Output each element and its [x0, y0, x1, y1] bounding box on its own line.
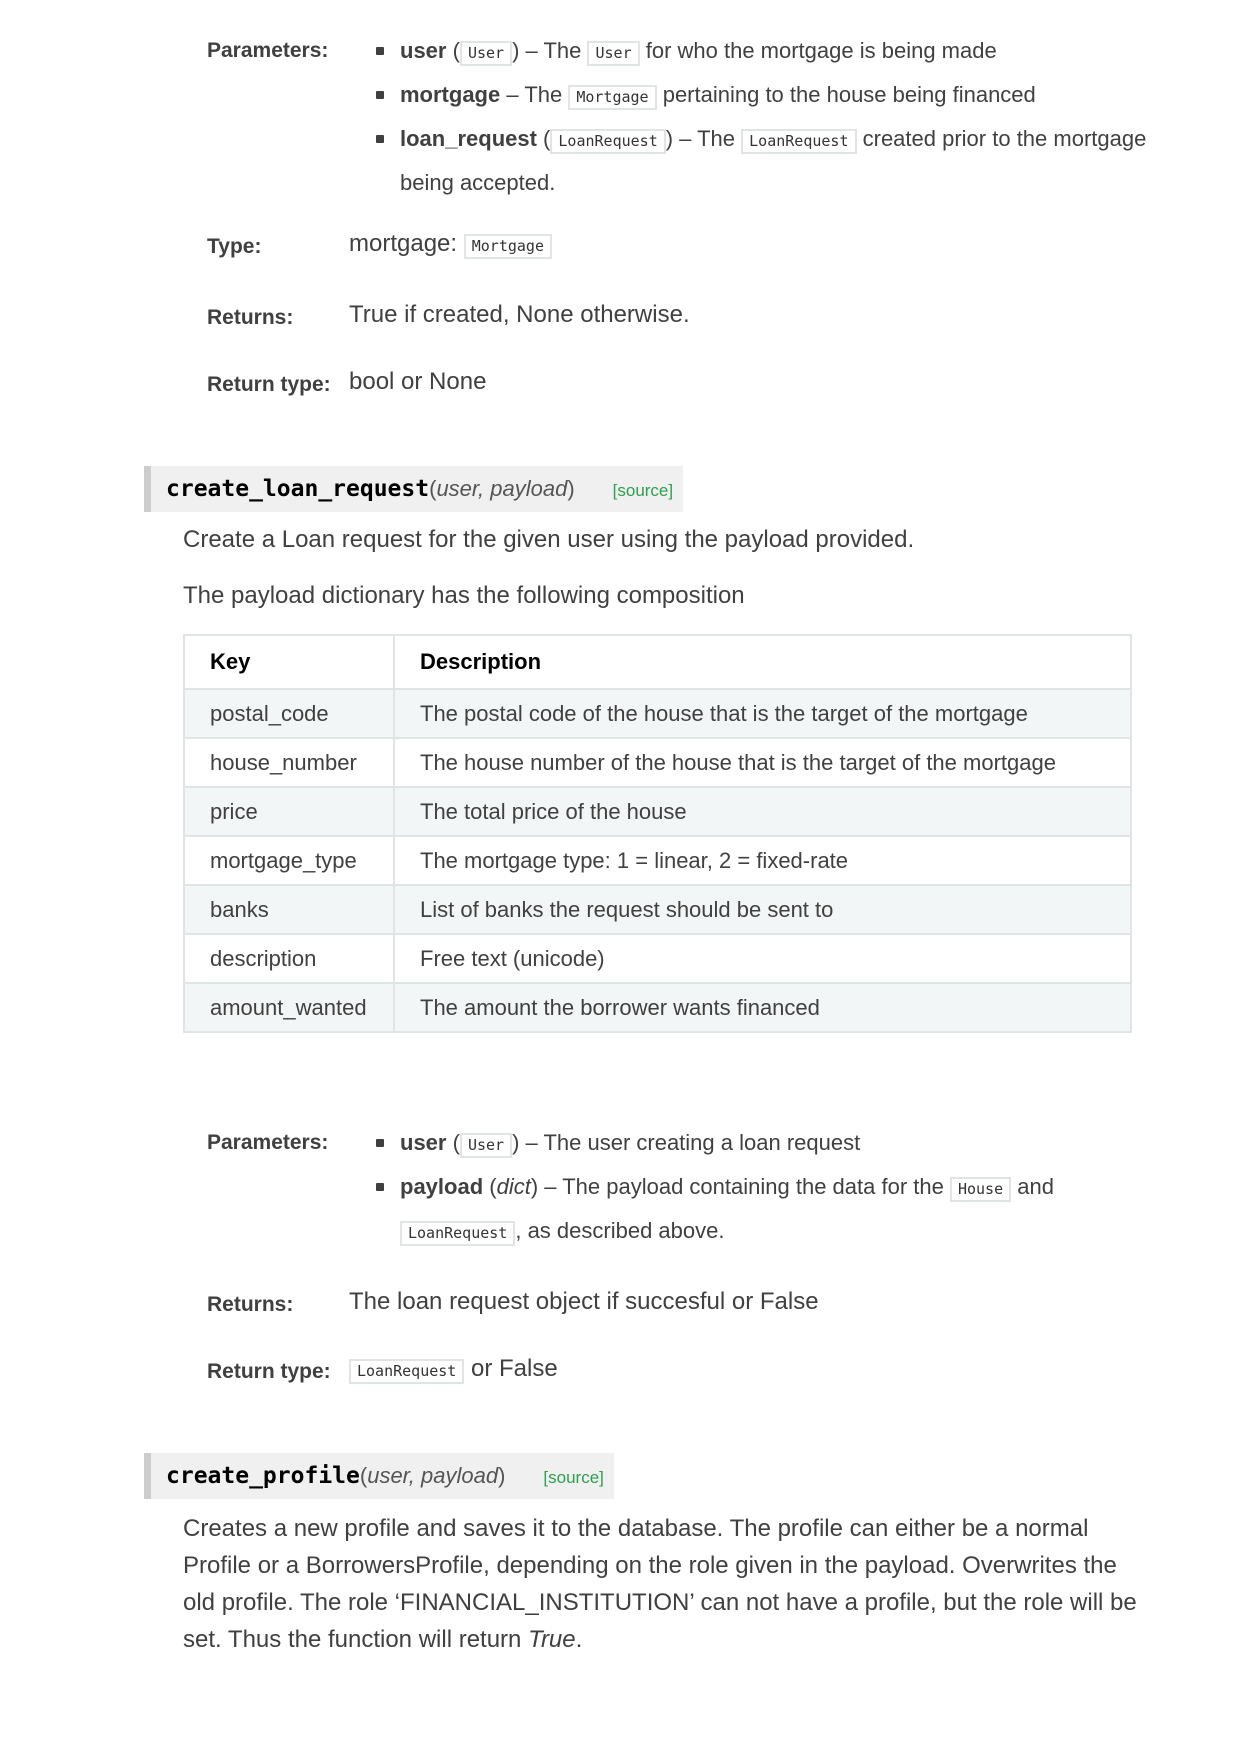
parameters-label: Parameters: — [207, 39, 329, 62]
table-row: mortgage_type The mortgage type: 1 = line… — [183, 835, 1132, 886]
type-value: mortgage: Mortgage — [349, 223, 1159, 267]
table-row: house_number The house number of the hous… — [183, 737, 1132, 788]
type-label: Type: — [207, 235, 262, 258]
returns-label: Returns: — [207, 306, 294, 329]
returns-label: Returns: — [207, 1293, 294, 1316]
table-row: amount_wanted The amount the borrower wan… — [183, 982, 1132, 1033]
param-name: user — [400, 1130, 447, 1155]
function-args: user, payload — [436, 476, 568, 501]
param-name: user — [400, 38, 447, 63]
function-name: create_profile — [166, 1463, 360, 1489]
parameters-list: user (User) – The user creating a loan r… — [362, 1122, 1172, 1254]
parameters-list: user (User) – The User for who the mortg… — [362, 30, 1172, 203]
table-row: price The total price of the house — [183, 786, 1132, 837]
return-type-label: Return type: — [207, 373, 331, 396]
payload-table: Key Description postal_code The postal co… — [183, 634, 1132, 1033]
function-name: create_loan_request — [166, 476, 430, 502]
param-user: user (User) – The User for who the mortg… — [376, 30, 1172, 74]
return-type-label: Return type: — [207, 1360, 331, 1383]
param-payload: payload (dict) – The payload containing … — [376, 1166, 1172, 1254]
type-code: LoanRequest — [550, 129, 666, 154]
create-profile-signature: create_profile(user, payload) [source] — [144, 1453, 614, 1499]
source-link[interactable]: [source] — [613, 481, 673, 500]
return-type-value: LoanRequest or False — [349, 1348, 1159, 1392]
inline-code: LoanRequest — [741, 129, 857, 154]
table-header-row: Key Description — [183, 634, 1132, 690]
table-row: description Free text (unicode) — [183, 933, 1132, 984]
table-header-key: Key — [183, 634, 395, 690]
source-link[interactable]: [source] — [543, 1468, 603, 1487]
inline-code: User — [587, 41, 640, 66]
param-user: user (User) – The user creating a loan r… — [376, 1122, 1172, 1166]
type-code: User — [459, 1133, 513, 1158]
inline-code: Mortgage — [568, 85, 657, 110]
inline-code: Mortgage — [463, 234, 552, 259]
param-name: payload — [400, 1174, 484, 1199]
table-row: postal_code The postal code of the house … — [183, 688, 1132, 739]
inline-code: LoanRequest — [400, 1221, 516, 1246]
table-row: banks List of banks the request should be… — [183, 884, 1132, 935]
loan-request-description: Create a Loan request for the given user… — [183, 526, 915, 553]
return-type-value: bool or None — [349, 368, 487, 395]
create-profile-description: Creates a new profile and saves it to th… — [183, 1515, 1137, 1653]
param-name: mortgage — [400, 82, 501, 107]
returns-value: True if created, None otherwise. — [349, 301, 690, 328]
parameters-label: Parameters: — [207, 1131, 329, 1154]
returns-value: The loan request object if succesful or … — [349, 1288, 819, 1315]
param-loan-request: loan_request (LoanRequest) – The LoanReq… — [376, 118, 1172, 203]
param-type: dict — [496, 1174, 531, 1199]
param-mortgage: mortgage – The Mortgage pertaining to th… — [376, 74, 1172, 118]
table-header-description: Description — [393, 634, 1132, 690]
inline-code: LoanRequest — [349, 1359, 465, 1384]
inline-code: House — [949, 1177, 1012, 1202]
type-code: User — [459, 41, 513, 66]
function-args: user, payload — [367, 1463, 499, 1488]
param-name: loan_request — [400, 126, 537, 151]
payload-composition-text: The payload dictionary has the following… — [183, 582, 745, 609]
create-loan-request-signature: create_loan_request(user, payload) [sourc… — [144, 466, 684, 512]
